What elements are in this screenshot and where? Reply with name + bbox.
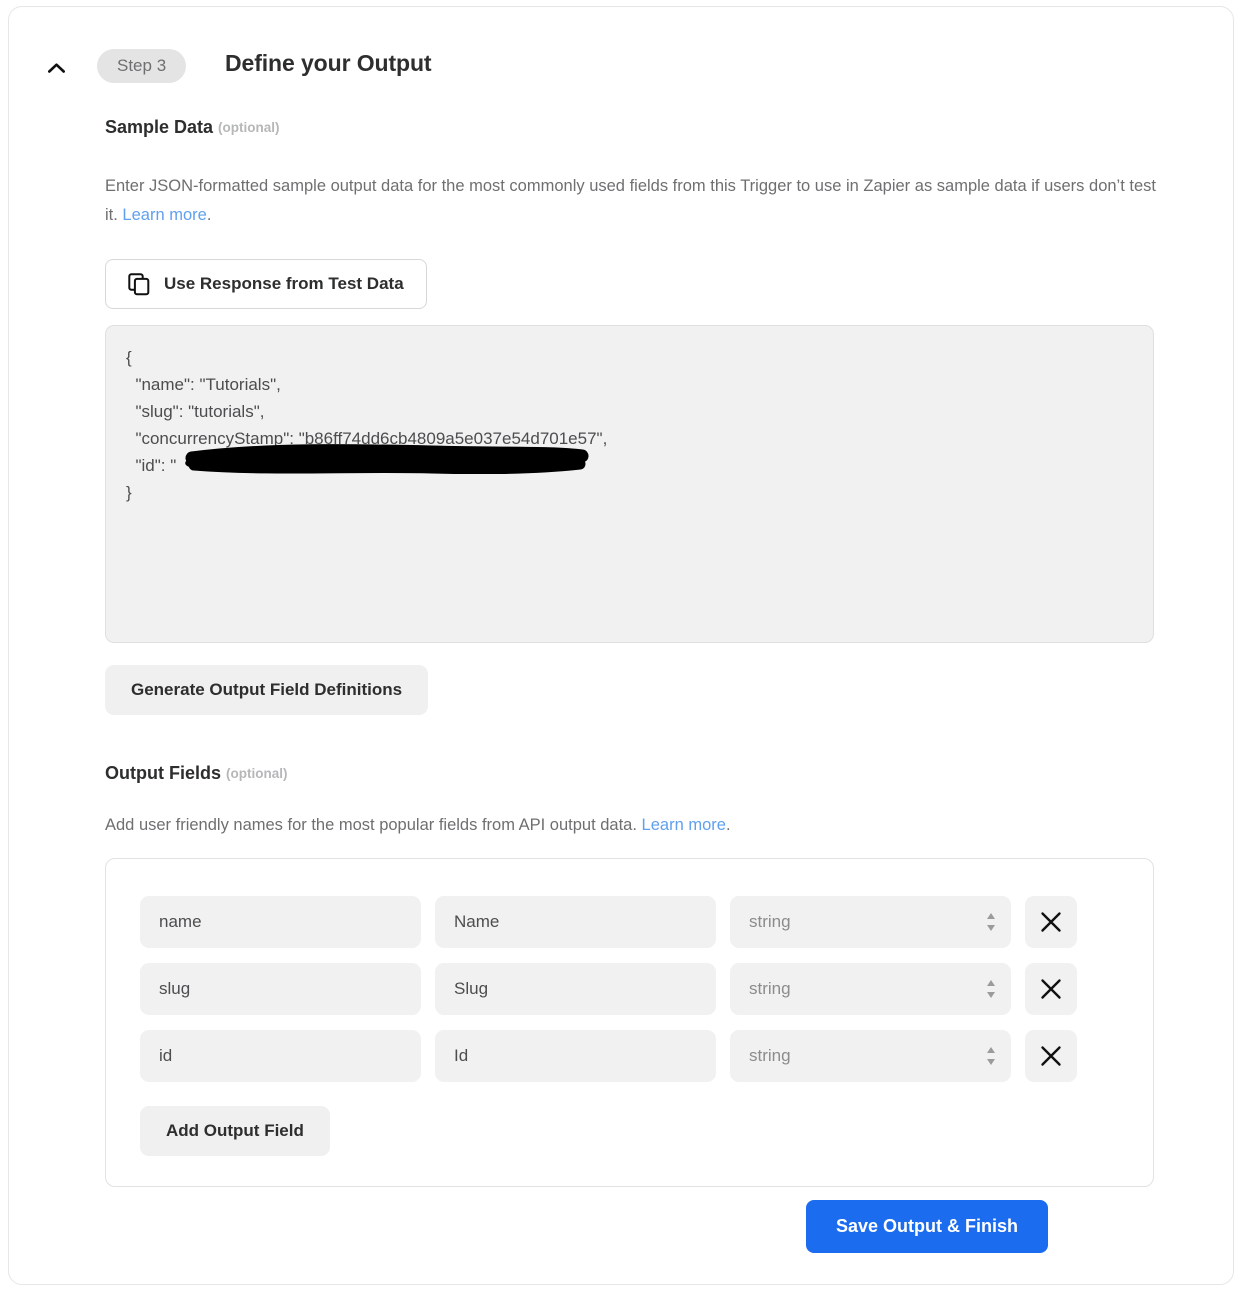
sample-data-learn-more-link[interactable]: Learn more xyxy=(122,206,206,224)
use-response-from-test-data-button[interactable]: Use Response from Test Data xyxy=(105,259,427,309)
output-field-type-select[interactable]: string xyxy=(730,1030,1011,1082)
output-field-row: id Id string xyxy=(140,1030,1077,1082)
sample-data-label: Sample Data (optional) xyxy=(105,117,280,138)
output-fields-description-period: . xyxy=(725,816,731,834)
chevron-up-icon xyxy=(47,63,65,73)
output-field-type-value: string xyxy=(749,1046,791,1065)
output-fields-optional-tag: (optional) xyxy=(226,766,288,781)
output-field-type-select[interactable]: string xyxy=(730,963,1011,1015)
close-icon xyxy=(1041,1046,1061,1066)
step-header: Step 3 Define your Output xyxy=(9,39,1233,95)
save-output-finish-button[interactable]: Save Output & Finish xyxy=(806,1200,1049,1253)
output-field-label-input[interactable]: Name xyxy=(435,896,716,948)
collapse-step-button[interactable] xyxy=(39,51,73,85)
close-icon xyxy=(1041,912,1061,932)
remove-output-field-button[interactable] xyxy=(1025,896,1077,948)
remove-output-field-button[interactable] xyxy=(1025,1030,1077,1082)
output-fields-description-text: Add user friendly names for the most pop… xyxy=(105,816,642,834)
sample-data-description-text: Enter JSON-formatted sample output data … xyxy=(105,177,1156,224)
output-field-label-input[interactable]: Slug xyxy=(435,963,716,1015)
output-field-key-input[interactable]: id xyxy=(140,1030,421,1082)
output-fields-description: Add user friendly names for the most pop… xyxy=(105,811,1160,840)
output-field-key-input[interactable]: name xyxy=(140,896,421,948)
sample-data-description: Enter JSON-formatted sample output data … xyxy=(105,172,1160,230)
output-field-row: name Name string xyxy=(140,896,1077,948)
generate-output-field-definitions-button[interactable]: Generate Output Field Definitions xyxy=(105,665,429,715)
use-response-from-test-data-label: Use Response from Test Data xyxy=(164,274,404,293)
sample-data-description-period: . xyxy=(206,206,212,224)
output-field-label-input[interactable]: Id xyxy=(435,1030,716,1082)
copy-icon xyxy=(128,272,150,296)
add-output-field-button[interactable]: Add Output Field xyxy=(140,1106,330,1156)
sample-data-optional-tag: (optional) xyxy=(218,120,280,135)
chevron-updown-icon xyxy=(987,1047,995,1065)
close-icon xyxy=(1041,979,1061,999)
output-field-row: slug Slug string xyxy=(140,963,1077,1015)
chevron-updown-icon xyxy=(987,913,995,931)
output-field-type-value: string xyxy=(749,979,791,998)
step-card: Step 3 Define your Output Sample Data (op… xyxy=(8,6,1234,1285)
page-title: Define your Output xyxy=(225,50,432,76)
sample-data-label-text: Sample Data xyxy=(105,117,214,137)
output-fields-container: name Name string slug Slug string id Id … xyxy=(105,858,1154,1187)
sample-data-textarea[interactable]: { "name": "Tutorials", "slug": "tutorial… xyxy=(105,325,1154,643)
output-fields-learn-more-link[interactable]: Learn more xyxy=(642,816,726,834)
output-fields-label-text: Output Fields xyxy=(105,763,221,783)
output-field-type-select[interactable]: string xyxy=(730,896,1011,948)
output-field-type-value: string xyxy=(749,912,791,931)
step-badge: Step 3 xyxy=(97,49,187,83)
output-field-key-input[interactable]: slug xyxy=(140,963,421,1015)
chevron-updown-icon xyxy=(987,980,995,998)
remove-output-field-button[interactable] xyxy=(1025,963,1077,1015)
output-fields-label: Output Fields (optional) xyxy=(105,763,287,784)
copy-icon-glyph xyxy=(128,272,150,295)
